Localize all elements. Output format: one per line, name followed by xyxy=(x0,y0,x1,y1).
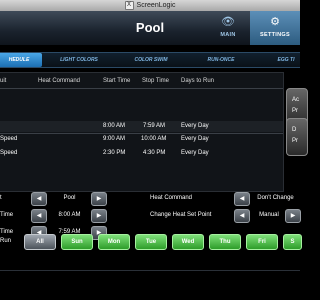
delete-program-button[interactable]: D Pr xyxy=(286,118,308,156)
tab-color-swim[interactable]: COLOR SWIM xyxy=(124,53,178,67)
left-arrow-icon: ◀ xyxy=(239,196,245,202)
main-nav-button[interactable]: 👁 MAIN xyxy=(208,11,248,45)
left-arrow-icon: ◀ xyxy=(239,213,245,219)
main-nav-label: MAIN xyxy=(220,32,236,38)
circuit-prev-button[interactable]: ◀ xyxy=(31,192,47,206)
delete-program-label-1: D xyxy=(292,127,297,133)
heat-setpoint-prev-button[interactable]: ◀ xyxy=(234,209,250,223)
gear-icon: ⚙ xyxy=(270,16,280,28)
window-title: ScreenLogic xyxy=(136,2,176,9)
cell-days: Every Day xyxy=(181,123,209,129)
eye-icon: 👁 xyxy=(221,16,235,28)
column-header-stop-time: Stop Time xyxy=(142,78,170,84)
cell-days: Every Day xyxy=(181,136,209,142)
day-thu-button[interactable]: Thu xyxy=(209,234,241,250)
start-time-value: 8:00 AM xyxy=(58,212,81,218)
circuit-next-button[interactable]: ▶ xyxy=(91,192,107,206)
window-titlebar: X ScreenLogic xyxy=(0,0,300,11)
stop-time-label: Time xyxy=(0,229,14,235)
heat-setpoint-label: Change Heat Set Point xyxy=(150,212,212,218)
day-tue-button[interactable]: Tue xyxy=(135,234,167,250)
delete-program-label-2: Pr xyxy=(292,138,298,144)
cell-start-time: 9:00 AM xyxy=(103,136,126,142)
tab-run-once[interactable]: RUN-ONCE xyxy=(196,53,246,67)
heat-setpoint-next-button[interactable]: ▶ xyxy=(285,209,301,223)
cell-start-time: 8:00 AM xyxy=(103,123,126,129)
day-wed-button[interactable]: Wed xyxy=(172,234,204,250)
day-sun-button[interactable]: Sun xyxy=(61,234,93,250)
tab-bar: HEDULE LIGHT COLORS COLOR SWIM RUN-ONCE … xyxy=(0,52,300,68)
close-icon[interactable]: X xyxy=(124,0,134,10)
column-header-start-time: Start Time xyxy=(103,78,131,84)
settings-nav-button[interactable]: ⚙ SETTINGS xyxy=(250,11,300,45)
tab-egg-timer[interactable]: EGG TI xyxy=(266,53,306,67)
add-program-label-2: Pr xyxy=(292,108,298,114)
cell-stop-time: 7:59 AM xyxy=(143,123,166,129)
heat-setpoint-value: Manual xyxy=(259,212,279,218)
column-header-heat-command: Heat Command xyxy=(38,78,81,84)
right-arrow-icon: ▶ xyxy=(96,213,102,219)
cell-circuit: Speed xyxy=(0,136,18,142)
schedule-table xyxy=(0,72,284,192)
heat-command-prev-button[interactable]: ◀ xyxy=(234,192,250,206)
cell-start-time: 2:30 PM xyxy=(103,150,126,156)
column-header-days-to-run: Days to Run xyxy=(181,78,215,84)
circuit-label: t xyxy=(0,195,2,201)
left-arrow-icon: ◀ xyxy=(36,213,42,219)
cell-days: Every Day xyxy=(181,150,209,156)
heat-command-label: Heat Command xyxy=(150,195,193,201)
settings-nav-label: SETTINGS xyxy=(260,32,290,38)
days-label: Run xyxy=(0,238,12,244)
start-time-next-button[interactable]: ▶ xyxy=(91,209,107,223)
cell-circuit: Speed xyxy=(0,150,18,156)
column-header-circuit: uit xyxy=(0,78,7,84)
table-row[interactable]: 8:00 AM 7:59 AM Every Day xyxy=(0,121,283,132)
right-arrow-icon: ▶ xyxy=(96,196,102,202)
cell-stop-time: 10:00 AM xyxy=(141,136,167,142)
day-all-button[interactable]: All xyxy=(24,234,56,250)
app-header: Pool 👁 MAIN ⚙ SETTINGS xyxy=(0,11,300,45)
start-time-label: Time xyxy=(0,212,14,218)
header-divider xyxy=(0,88,283,89)
day-sat-button[interactable]: S xyxy=(283,234,302,250)
left-arrow-icon: ◀ xyxy=(36,196,42,202)
start-time-prev-button[interactable]: ◀ xyxy=(31,209,47,223)
table-row[interactable]: Speed 9:00 AM 10:00 AM Every Day xyxy=(0,134,283,145)
cell-stop-time: 4:30 PM xyxy=(143,150,166,156)
right-arrow-icon: ▶ xyxy=(290,213,296,219)
heat-command-value: Don't Change xyxy=(257,195,294,201)
tab-schedule[interactable]: HEDULE xyxy=(0,53,42,67)
tab-light-colors[interactable]: LIGHT COLORS xyxy=(50,53,108,67)
divider xyxy=(0,270,300,271)
circuit-value: Pool xyxy=(63,195,76,201)
add-program-label-1: Ac xyxy=(292,97,300,103)
table-row[interactable]: Speed 2:30 PM 4:30 PM Every Day xyxy=(0,148,283,159)
day-fri-button[interactable]: Fri xyxy=(246,234,278,250)
day-mon-button[interactable]: Mon xyxy=(98,234,130,250)
